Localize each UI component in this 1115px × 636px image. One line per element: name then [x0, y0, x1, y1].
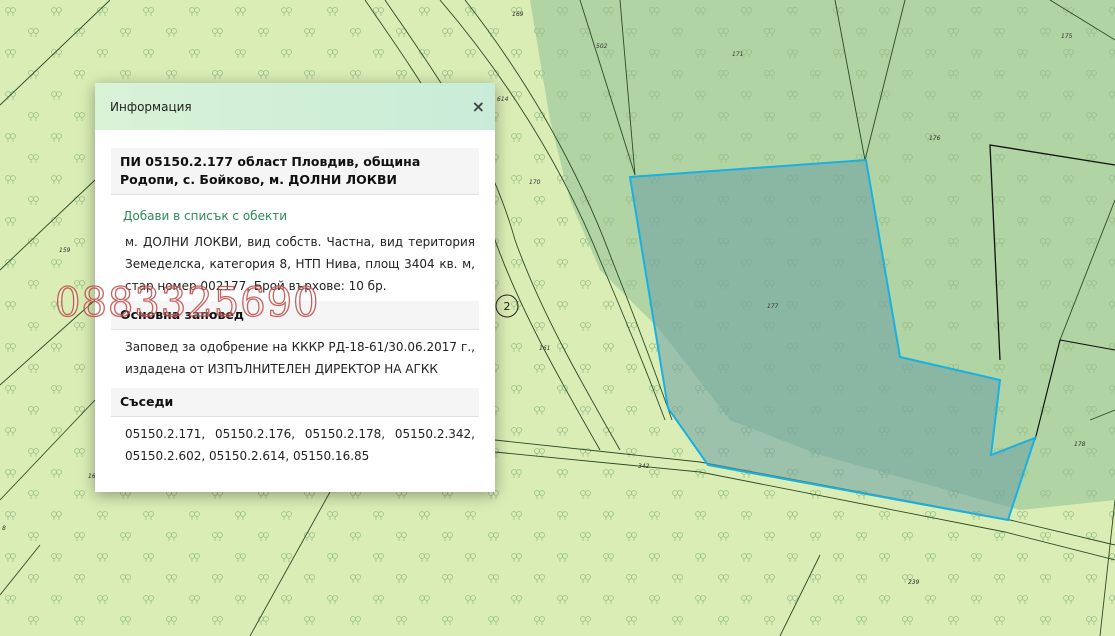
parcel-label: 161 — [539, 345, 550, 352]
neighbors-text: 05150.2.171, 05150.2.176, 05150.2.178, 0… — [125, 427, 475, 463]
map-marker-number: 2 — [504, 300, 511, 313]
parcel-label: 342 — [638, 463, 650, 470]
parcel-label: 159 — [59, 247, 71, 254]
parcel-label: 178 — [1074, 441, 1086, 448]
parcel-label: 171 — [732, 51, 743, 58]
parcel-label: 170 — [529, 179, 541, 186]
parcel-description: м. ДОЛНИ ЛОКВИ, вид собств. Частна, вид … — [125, 235, 475, 293]
parcel-label: 169 — [512, 11, 524, 18]
parcel-heading: ПИ 05150.2.177 област Пловдив, община Ро… — [111, 148, 479, 195]
parcel-label: 502 — [596, 43, 608, 50]
order-text: Заповед за одобрение на КККР РД-18-61/30… — [125, 340, 475, 376]
parcel-label: 177 — [767, 303, 779, 310]
parcel-label: 175 — [1061, 33, 1073, 40]
order-section-title: Основна заповед — [111, 301, 479, 330]
popup-content: ПИ 05150.2.177 област Пловдив, община Ро… — [95, 130, 495, 467]
popup-header: Информация × — [95, 83, 495, 130]
popup-title: Информация — [110, 99, 192, 114]
parcel-label: 614 — [497, 96, 509, 103]
parcel-label: 8 — [2, 525, 6, 532]
parcel-label: 176 — [929, 135, 941, 142]
add-to-list-link[interactable]: Добави в списък с обекти — [123, 209, 479, 223]
close-icon[interactable]: × — [472, 98, 485, 115]
parcel-label: 239 — [908, 579, 920, 586]
info-popup: Информация × ПИ 05150.2.177 област Пловд… — [95, 83, 495, 492]
neighbors-section-title: Съседи — [111, 388, 479, 417]
